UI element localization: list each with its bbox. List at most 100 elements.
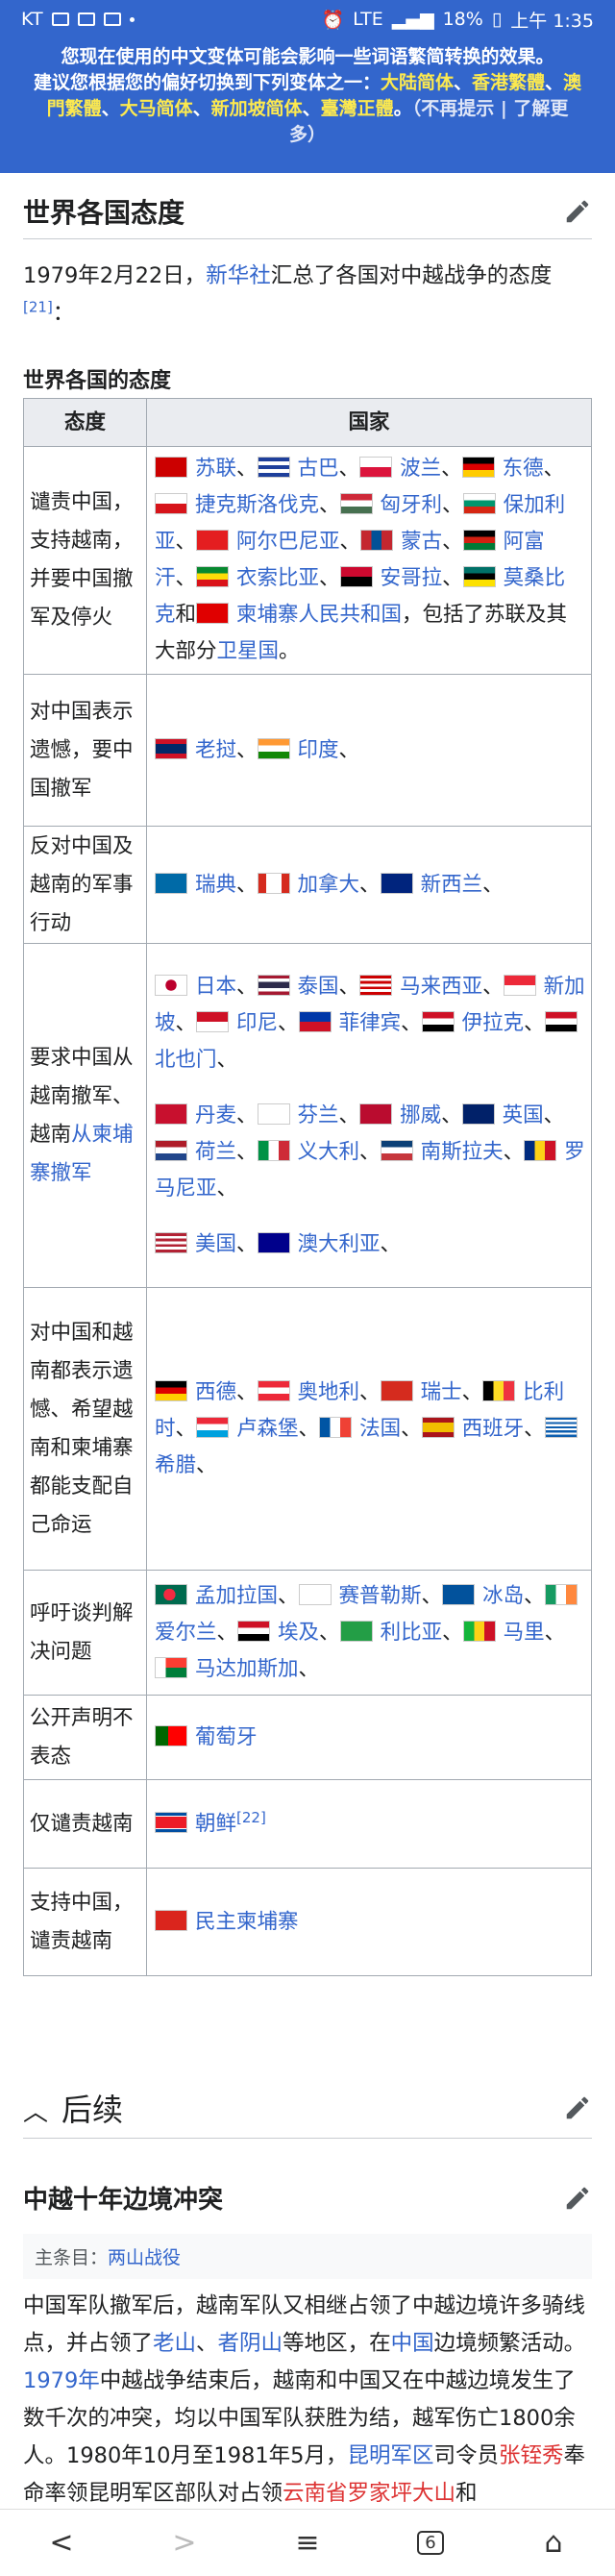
kunming-mr-link[interactable]: 昆明军区 [347,2443,433,2468]
separator: 、 [175,566,197,590]
country-link[interactable]: 卢森堡 [236,1417,299,1441]
year-1979-link[interactable]: 1979年 [23,2368,100,2393]
country-link[interactable]: 菲律宾 [339,1011,402,1035]
variant-link-taiwan[interactable]: 臺灣正體 [321,98,394,119]
zheyinshan-link[interactable]: 者阴山 [218,2331,283,2356]
country-link[interactable]: 芬兰 [298,1103,339,1127]
country-link[interactable]: 希腊 [155,1453,196,1477]
country-link[interactable]: 荷兰 [195,1140,236,1164]
country-link[interactable]: 丹麦 [195,1103,236,1127]
border-conflict-paragraph: 中国军队撤军后，越南军队又相继占领了中越边境许多骑线点，并占领了老山、者阴山等地… [23,2288,592,2504]
country-link[interactable]: 奥地利 [298,1380,360,1404]
countries-cell: 民主柬埔寨 [146,1868,592,1976]
country-link[interactable]: 西班牙 [462,1417,525,1441]
country-group: 葡萄牙 [155,1720,585,1756]
country-link[interactable]: 美国 [195,1232,236,1256]
forward-button[interactable]: > [156,2519,213,2567]
sweden-flag-icon [155,872,187,894]
country-link[interactable]: 阿尔巴尼亚 [236,530,340,554]
countries-cell: 孟加拉国、 赛普勒斯、 冰岛、爱尔兰、 埃及、 利比亚、 马里、马达加斯加、 [146,1570,592,1696]
country-link[interactable]: 泰国 [298,975,339,999]
usa-flag-icon [155,1231,187,1253]
country-link[interactable]: 利比亚 [381,1621,443,1645]
romania-flag-icon [524,1139,557,1161]
dismiss-link[interactable]: （不再提示 [412,98,495,119]
separator: 、 [338,457,360,481]
edit-pencil-icon[interactable] [563,2093,592,2122]
country-link[interactable]: 捷克斯洛伐克 [195,493,319,517]
edit-pencil-icon[interactable] [563,2184,592,2213]
country-link[interactable]: 朝鲜 [195,1812,236,1836]
country-link[interactable]: 安哥拉 [381,566,443,590]
satellite-states-link[interactable]: 卫星国 [217,639,280,663]
country-link[interactable]: 民主柬埔寨 [195,1910,299,1934]
separator: 、 [524,1010,545,1035]
country-link[interactable]: 西德 [195,1380,236,1404]
country-link[interactable]: 埃及 [278,1621,319,1645]
country-link[interactable]: 英国 [503,1103,544,1127]
zhang-zhixiu-link[interactable]: 张铚秀 [499,2443,564,2468]
subsection-title: 中越十年边境冲突 [23,2186,224,2215]
country-link[interactable]: 义大利 [298,1140,360,1164]
section-heading-aftermath[interactable]: ︿ 后续 [23,2086,592,2130]
country-link[interactable]: 南斯拉夫 [421,1140,504,1164]
country-link[interactable]: 波兰 [400,457,441,481]
ref-21-link[interactable]: [21] [23,299,53,316]
hatnote: 主条目：两山战役 [23,2234,592,2279]
country-link[interactable]: 加拿大 [298,873,360,897]
country-group: 孟加拉国、 赛普勒斯、 冰岛、爱尔兰、 埃及、 利比亚、 马里、马达加斯加、 [155,1578,585,1688]
country-link[interactable]: 东德 [503,457,544,481]
yugoslavia-flag-icon [380,1139,413,1161]
laoshan-link[interactable]: 老山 [153,2331,196,2356]
table-header-row: 态度 国家 [23,398,592,447]
country-link[interactable]: 葡萄牙 [195,1725,258,1749]
country-group: 西德、 奥地利、 瑞士、 比利时、 卢森堡、 法国、 西班牙、希腊、 [155,1375,585,1484]
country-link[interactable]: 马来西亚 [400,975,482,999]
country-link[interactable]: 爱尔兰 [155,1621,217,1645]
country-link[interactable]: 马里 [504,1621,545,1645]
country-link[interactable]: 蒙古 [401,530,442,554]
japan-flag-icon [155,974,187,996]
xinhua-link[interactable]: 新华社 [206,263,271,288]
variant-link-mainland[interactable]: 大陆简体 [381,72,454,93]
country-link[interactable]: 伊拉克 [462,1011,525,1035]
country-link[interactable]: 瑞士 [421,1380,462,1404]
country-link[interactable]: 日本 [195,975,236,999]
china-link[interactable]: 中国 [391,2331,434,2356]
country-link[interactable]: 匈牙利 [381,493,443,517]
home-button[interactable]: ⌂ [525,2519,582,2567]
country-link[interactable]: 新西兰 [421,873,483,897]
separator: 、 [543,1102,565,1127]
back-button[interactable]: < [33,2519,90,2567]
country-link[interactable]: 古巴 [298,457,339,481]
country-link[interactable]: 衣索比亚 [236,566,319,590]
countries-cell: 瑞典、 加拿大、 新西兰、 [146,826,592,944]
country-link[interactable]: 老挝 [195,738,236,762]
luojiaping-link[interactable]: 云南省罗家坪大山 [283,2481,455,2504]
country-link[interactable]: 澳大利亚 [298,1232,381,1256]
separator: 、 [339,530,361,554]
bulgaria-flag-icon [462,493,496,514]
menu-button[interactable]: ≡ [279,2519,336,2567]
tabs-button[interactable]: 6 [402,2519,459,2567]
mongolia-flag-icon [360,530,394,551]
country-link[interactable]: 北也门 [155,1048,217,1072]
country-link[interactable]: 苏联 [195,457,236,481]
two-mountains-link[interactable]: 两山战役 [108,2247,181,2268]
country-link[interactable]: 赛普勒斯 [339,1584,422,1608]
country-link[interactable]: 冰岛 [482,1584,524,1608]
separator: 、 [216,1047,238,1072]
country-link[interactable]: 挪威 [400,1103,441,1127]
variant-link-singapore[interactable]: 新加坡简体 [211,98,303,119]
country-link[interactable]: 法国 [359,1417,401,1441]
variant-link-hk[interactable]: 香港繁體 [472,72,545,93]
country-link[interactable]: 柬埔寨人民共和国 [236,603,402,627]
country-link[interactable]: 孟加拉国 [195,1584,278,1608]
country-link[interactable]: 马达加斯加 [195,1657,299,1681]
country-link[interactable]: 印尼 [236,1011,278,1035]
country-link[interactable]: 印度 [298,738,339,762]
country-link[interactable]: 瑞典 [195,873,236,897]
ref-link[interactable]: [22] [236,1808,266,1825]
edit-pencil-icon[interactable] [563,197,592,226]
variant-link-malaysia[interactable]: 大马简体 [120,98,193,119]
